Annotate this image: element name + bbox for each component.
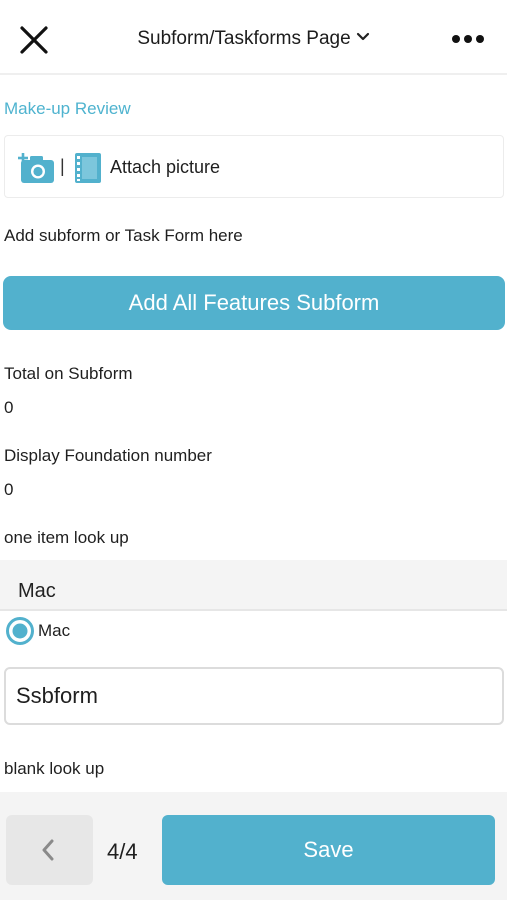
total-on-subform-label: Total on Subform	[4, 364, 133, 383]
attach-separator: |	[60, 156, 65, 176]
blank-lookup-label: blank look up	[4, 759, 105, 778]
page-title-dropdown[interactable]: Subform/Taskforms Page	[0, 28, 507, 50]
save-button[interactable]: Save	[162, 815, 495, 885]
top-nav-bar: Subform/Taskforms Page	[0, 0, 507, 75]
chevron-down-icon	[356, 26, 370, 48]
display-foundation-number-label: Display Foundation number	[4, 446, 212, 465]
page-indicator: 4/4	[107, 839, 138, 864]
total-on-subform-value: 0	[4, 398, 14, 417]
one-item-lookup-label: one item look up	[4, 528, 129, 547]
section-title[interactable]: Make-up Review	[4, 99, 131, 119]
one-item-lookup-value: Mac	[18, 580, 56, 602]
add-all-features-subform-button[interactable]: Add All Features Subform	[3, 276, 505, 330]
chevron-left-icon	[42, 839, 54, 861]
attach-picture-label[interactable]: Attach picture	[110, 157, 220, 178]
radio-selected-icon[interactable]	[5, 616, 35, 651]
more-options-button[interactable]	[451, 32, 485, 46]
screen: Subform/Taskforms Page Make-up Review |	[0, 0, 507, 900]
more-horizontal-icon	[452, 35, 484, 43]
subform-hint: Add subform or Task Form here	[4, 226, 243, 245]
attach-picture-field[interactable]: | Attach picture	[4, 135, 504, 198]
film-gallery-icon[interactable]	[73, 151, 103, 190]
text-input-field[interactable]: Ssbform	[4, 667, 504, 725]
add-camera-icon[interactable]	[17, 151, 57, 190]
display-foundation-number-value: 0	[4, 480, 14, 499]
radio-option-label: Mac	[38, 621, 71, 640]
page-title: Subform/Taskforms Page	[137, 28, 351, 49]
one-item-lookup-field[interactable]: Mac	[0, 560, 507, 611]
previous-page-button[interactable]	[6, 815, 93, 885]
